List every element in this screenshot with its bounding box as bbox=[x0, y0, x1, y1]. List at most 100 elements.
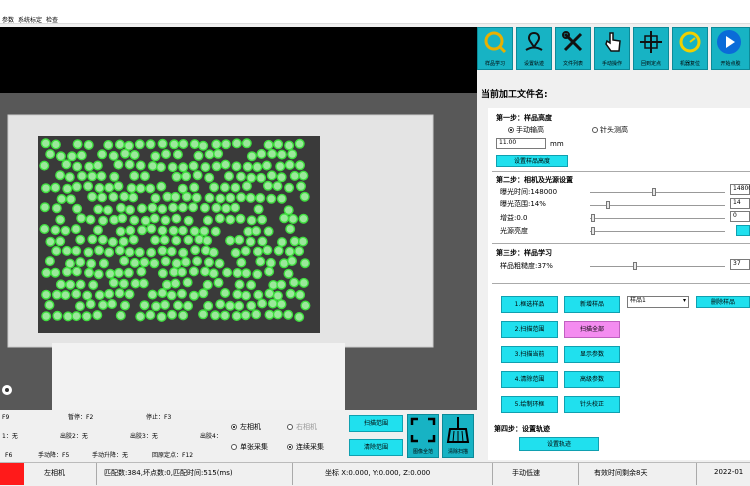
draw-ring-button[interactable]: 5.绘制环框 bbox=[501, 396, 558, 413]
manual-height-radio[interactable] bbox=[508, 127, 514, 133]
bead-ring bbox=[157, 203, 168, 214]
bead-ring bbox=[294, 138, 305, 149]
status-remaining: 有效时间剩余8天 bbox=[594, 469, 648, 477]
bead-ring bbox=[62, 183, 73, 194]
bead-ring bbox=[66, 151, 77, 162]
new-sample-button[interactable]: 新增样品 bbox=[564, 296, 620, 313]
single-capture-radio[interactable] bbox=[231, 444, 237, 450]
exposure-time-input[interactable]: 14800 bbox=[730, 184, 750, 195]
bead-ring bbox=[194, 234, 205, 245]
bead-ring bbox=[71, 245, 82, 256]
bead-ring bbox=[96, 171, 107, 182]
height-unit: mm bbox=[550, 140, 564, 148]
scan-range-button[interactable]: 2.扫描范围 bbox=[501, 321, 558, 338]
sample-learn-button[interactable]: 样品学习 bbox=[477, 27, 513, 70]
exposure-time-thumb[interactable] bbox=[652, 188, 656, 196]
exposure-range-thumb[interactable] bbox=[606, 201, 610, 209]
set-height-button[interactable]: 设置样品高度 bbox=[496, 155, 568, 167]
bead-ring bbox=[63, 311, 74, 322]
exposure-range-label: 曝光范围:14% bbox=[500, 200, 546, 208]
bead-ring bbox=[276, 299, 287, 310]
bead-ring bbox=[177, 202, 188, 213]
menu-item-check[interactable]: 检查 bbox=[46, 15, 58, 24]
bead-ring bbox=[246, 300, 257, 311]
bead-ring bbox=[204, 149, 215, 160]
bead-ring bbox=[210, 226, 221, 237]
bead-ring bbox=[87, 171, 98, 182]
clear-range-cam-button[interactable]: 清除范围 bbox=[349, 439, 403, 456]
bead-ring bbox=[222, 267, 233, 278]
needle-correct-button[interactable]: 针头校正 bbox=[564, 396, 620, 413]
right-camera-radio[interactable] bbox=[287, 424, 293, 430]
image-full-range-button[interactable]: 图像全范 bbox=[407, 414, 439, 458]
bead-ring bbox=[97, 149, 108, 160]
light-slider[interactable] bbox=[590, 231, 725, 232]
menu-item-params[interactable]: 参数 bbox=[2, 15, 14, 24]
roughness-input[interactable]: 37 bbox=[730, 259, 750, 270]
single-capture-label: 单张采集 bbox=[240, 443, 268, 451]
camera-view[interactable] bbox=[0, 93, 477, 410]
bead-ring bbox=[74, 301, 85, 312]
sample-select[interactable]: 样品1 ▾ bbox=[627, 296, 689, 308]
show-params-button[interactable]: 显示参数 bbox=[564, 346, 620, 363]
bead-ring bbox=[156, 181, 167, 192]
gain-thumb[interactable] bbox=[591, 214, 595, 222]
bead-ring bbox=[169, 139, 180, 150]
bead-ring bbox=[41, 289, 52, 300]
left-camera-radio[interactable] bbox=[231, 424, 237, 430]
bead-ring bbox=[289, 277, 300, 288]
advanced-params-button[interactable]: 高级参数 bbox=[564, 371, 620, 388]
height-input[interactable]: 11.00 bbox=[496, 138, 546, 149]
file-list-button[interactable]: 文件列表 bbox=[555, 27, 591, 70]
needle-height-label: 针头测高 bbox=[600, 126, 628, 134]
divider bbox=[96, 463, 97, 485]
bead-ring bbox=[157, 268, 168, 279]
bead-ring bbox=[98, 215, 109, 226]
manual-operation-button[interactable]: 手动操作 bbox=[594, 27, 630, 70]
bead-ring bbox=[273, 139, 284, 150]
start-dispense-button[interactable]: 开始点胶 bbox=[711, 27, 750, 70]
scan-current-button[interactable]: 3.扫描当前 bbox=[501, 346, 558, 363]
bead-ring bbox=[50, 139, 61, 150]
gain-slider[interactable] bbox=[590, 218, 725, 219]
menu-item-calibration[interactable]: 系统标定 bbox=[18, 15, 42, 24]
bead-ring bbox=[170, 191, 181, 202]
bead-ring bbox=[136, 266, 147, 277]
machine-reset-button[interactable]: 机器复位 bbox=[672, 27, 708, 70]
scan-all-button[interactable]: 扫描全部 bbox=[564, 321, 620, 338]
bead-ring bbox=[125, 225, 136, 236]
bead-ring bbox=[55, 170, 66, 181]
clear-range-button[interactable]: 4.清除范围 bbox=[501, 371, 558, 388]
delete-sample-button[interactable]: 删除样品 bbox=[696, 296, 750, 308]
continuous-capture-radio[interactable] bbox=[287, 444, 293, 450]
bead-ring bbox=[246, 151, 257, 162]
light-button[interactable] bbox=[736, 225, 750, 236]
light-thumb[interactable] bbox=[591, 227, 595, 235]
status-match: 匹配数:384,坏点数:0,匹配时间:515(ms) bbox=[104, 469, 233, 477]
bead-ring bbox=[192, 170, 203, 181]
exposure-range-input[interactable]: 14 bbox=[730, 198, 750, 209]
bead-ring bbox=[266, 193, 277, 204]
exposure-range-slider[interactable] bbox=[590, 205, 725, 206]
bead-ring bbox=[192, 256, 203, 267]
bead-ring bbox=[240, 245, 251, 256]
bead-ring bbox=[120, 148, 131, 159]
set-path-button[interactable]: 设置轨迹 bbox=[516, 27, 552, 70]
bead-ring bbox=[71, 181, 82, 192]
return-fixed-point-button[interactable]: 回到定点 bbox=[633, 27, 669, 70]
manual-height-label: 手动输高 bbox=[516, 126, 544, 134]
scan-range-cam-button[interactable]: 扫描范围 bbox=[349, 415, 403, 432]
bead-ring bbox=[176, 267, 187, 278]
bead-ring bbox=[253, 204, 264, 215]
set-path-step-button[interactable]: 设置轨迹 bbox=[519, 437, 599, 451]
bead-ring bbox=[189, 139, 200, 150]
roughness-thumb[interactable] bbox=[633, 262, 637, 270]
clear-scan-button[interactable]: 清除扫描 bbox=[442, 414, 474, 458]
bead-ring bbox=[176, 288, 187, 299]
needle-height-radio[interactable] bbox=[592, 127, 598, 133]
roughness-slider[interactable] bbox=[590, 266, 725, 267]
bead-ring bbox=[208, 247, 219, 258]
exposure-time-slider[interactable] bbox=[590, 192, 725, 193]
select-sample-button[interactable]: 1.框选样品 bbox=[501, 296, 558, 313]
gain-input[interactable]: 0 bbox=[730, 211, 750, 222]
